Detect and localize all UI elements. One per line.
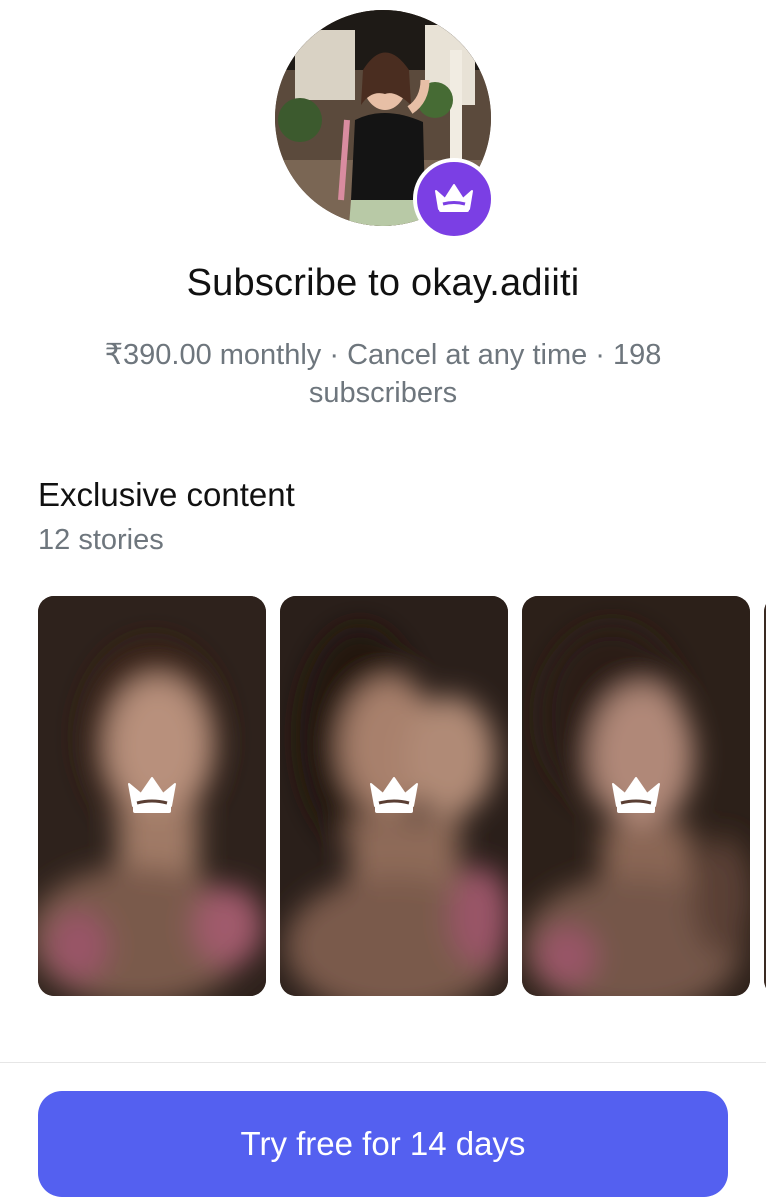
profile-avatar-container	[275, 10, 495, 240]
section-title: Exclusive content	[38, 476, 295, 513]
subscription-details: ₹390.00 monthly · Cancel at any time · 1…	[104, 339, 662, 409]
stories-carousel[interactable]	[38, 596, 766, 996]
try-free-button[interactable]: Try free for 14 days	[38, 1091, 728, 1197]
page-title: Subscribe to okay.adiiti	[186, 262, 580, 304]
story-card[interactable]	[280, 596, 508, 996]
divider	[0, 1062, 766, 1063]
crown-icon	[435, 184, 473, 212]
crown-icon	[612, 777, 660, 813]
crown-icon	[128, 777, 176, 813]
story-count: 12 stories	[38, 524, 164, 556]
crown-icon	[370, 777, 418, 813]
story-card[interactable]	[38, 596, 266, 996]
story-card[interactable]	[522, 596, 750, 996]
subscriber-badge	[413, 158, 495, 240]
